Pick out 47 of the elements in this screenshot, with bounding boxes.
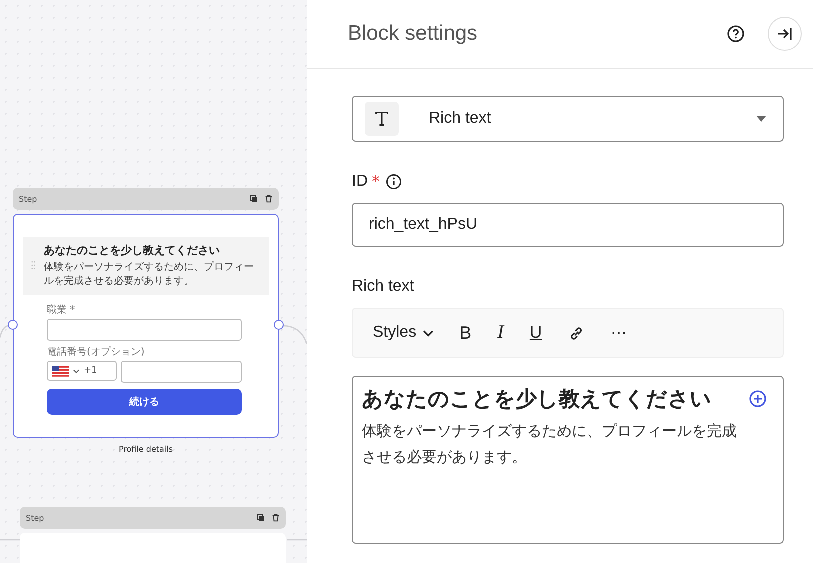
chevron-down-icon [73,368,80,374]
country-code-select[interactable]: +1 [47,361,117,381]
preview-heading: あなたのことを少し教えてください [44,243,221,258]
info-icon[interactable] [386,174,402,190]
dropdown-arrow-icon [756,116,767,122]
id-label: ID [352,172,368,190]
bold-button[interactable]: B [452,320,480,346]
connector-line [287,539,307,541]
copy-icon[interactable] [257,514,265,522]
id-input-field[interactable]: rich_text_hPsU [352,203,784,247]
continue-button[interactable]: 続ける [47,389,242,415]
more-options-button[interactable]: ⋯ [603,321,636,345]
italic-button[interactable]: I [490,320,512,346]
connection-handle[interactable] [8,320,18,330]
connector-line [0,325,9,339]
preview-description: 体験をパーソナライズするために、プロフィールを完成させる必要があります。 [44,261,255,288]
chevron-down-icon [422,330,434,336]
help-icon[interactable] [727,25,745,43]
phone-input-field[interactable] [121,361,242,383]
flag-icon [52,366,69,376]
editor-heading: あなたのことを少し教えてください [362,386,712,413]
trash-icon[interactable] [265,195,273,203]
editor-body-text: 体験をパーソナライズするために、プロフィールを完成させる必要があります。 [362,421,738,468]
underline-button[interactable]: U [522,321,550,345]
panel-title: Block settings [348,22,479,46]
required-mark: * [372,172,380,191]
trash-icon[interactable] [272,514,280,522]
arrow-to-bar-icon [777,27,793,41]
input-field[interactable] [47,319,242,341]
styles-dropdown[interactable]: Styles [365,322,442,344]
copy-icon[interactable] [250,195,258,203]
connector-line [0,539,20,541]
step-caption: Profile details [118,445,174,454]
rich-text-label: Rich text [352,278,416,296]
drag-handle-icon[interactable] [31,261,36,270]
field-label: 電話番号(オプション) [47,346,146,359]
connector-line [283,325,307,345]
collapse-panel-button[interactable] [768,17,802,51]
step-card[interactable]: あなたのことを少し教えてください 体験をパーソナライズするために、プロフィールを完成させる必要があります。 職業 * 電話番号(オプション) +1 続ける [13,214,279,438]
block-type-select[interactable]: Rich text [352,96,784,142]
rich-text-editor[interactable]: あなたのことを少し教えてください 体験をパーソナライズするために、プロフィールを完成させる必要があります。 [352,376,784,544]
add-block-icon[interactable] [749,390,767,408]
step-label: Step [19,194,38,204]
text-type-icon [365,102,399,136]
connection-handle[interactable] [274,320,284,330]
step-label: Step [26,514,46,522]
field-label: 職業 * [47,304,76,317]
